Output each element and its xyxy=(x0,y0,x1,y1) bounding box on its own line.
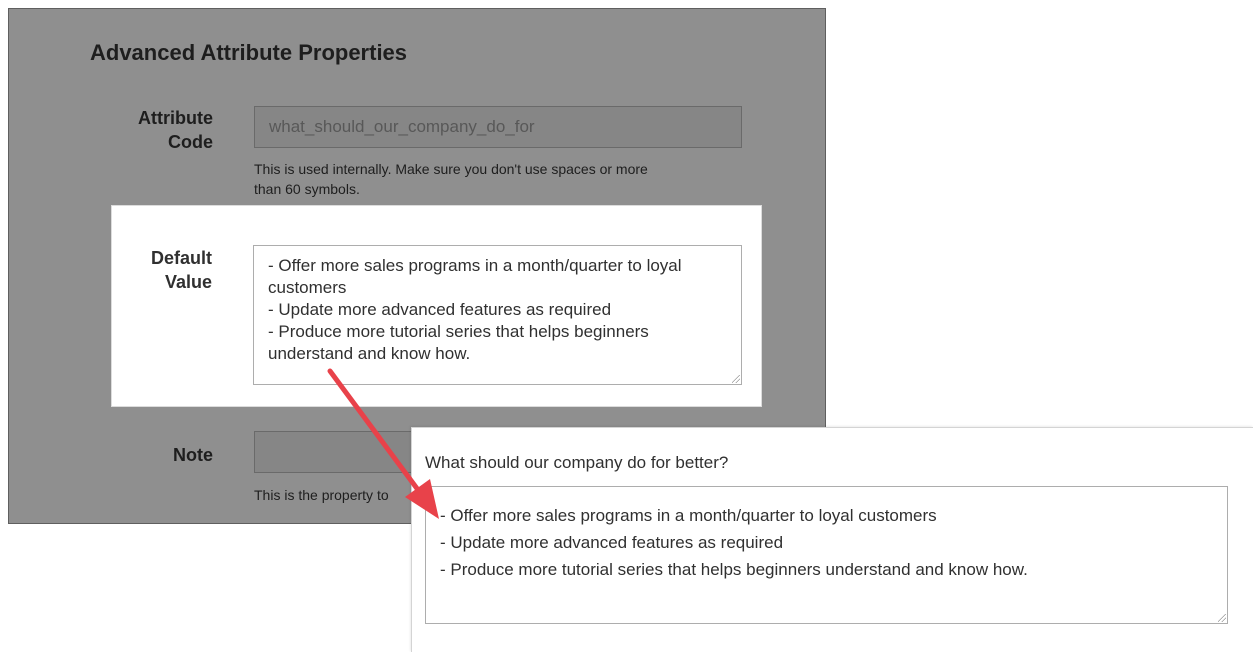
default-value-line-2: - Update more advanced features as requi… xyxy=(268,300,612,319)
default-value-label-line1: Default xyxy=(150,248,212,268)
default-value-textarea[interactable]: - Offer more sales programs in a month/q… xyxy=(253,245,742,385)
preview-line-2: - Update more advanced features as requi… xyxy=(440,533,784,552)
default-value-highlight: Default Value - Offer more sales program… xyxy=(112,206,761,406)
resize-grip-icon[interactable] xyxy=(732,375,740,383)
attribute-code-label: Attribute Code xyxy=(138,106,213,154)
attribute-code-note-line2: than 60 symbols. xyxy=(254,181,360,197)
default-value-line-3: - Produce more tutorial series that help… xyxy=(268,322,649,363)
default-value-label-line2: Value xyxy=(164,272,212,292)
attribute-code-input[interactable]: what_should_our_company_do_for xyxy=(254,106,742,148)
attribute-code-note-line1: This is used internally. Make sure you d… xyxy=(254,161,648,177)
attribute-code-label-line1: Attribute xyxy=(138,108,213,128)
panel-title: Advanced Attribute Properties xyxy=(90,40,408,65)
resize-grip-icon[interactable] xyxy=(1218,614,1226,622)
default-value-line-1: - Offer more sales programs in a month/q… xyxy=(268,256,682,297)
preview-line-3: - Produce more tutorial series that help… xyxy=(440,560,1028,579)
default-value-label: Default Value xyxy=(147,246,212,294)
attribute-code-note: This is used internally. Make sure you d… xyxy=(254,159,648,199)
note-label: Note xyxy=(173,445,213,465)
frontend-preview-panel: What should our company do for better? -… xyxy=(411,427,1253,652)
attribute-code-label-line2: Code xyxy=(168,132,213,152)
note-field-hint: This is the property to xyxy=(254,487,389,503)
preview-line-1: - Offer more sales programs in a month/q… xyxy=(440,506,937,525)
preview-answer-textarea[interactable]: - Offer more sales programs in a month/q… xyxy=(425,486,1228,624)
preview-question-label: What should our company do for better? xyxy=(425,453,729,472)
